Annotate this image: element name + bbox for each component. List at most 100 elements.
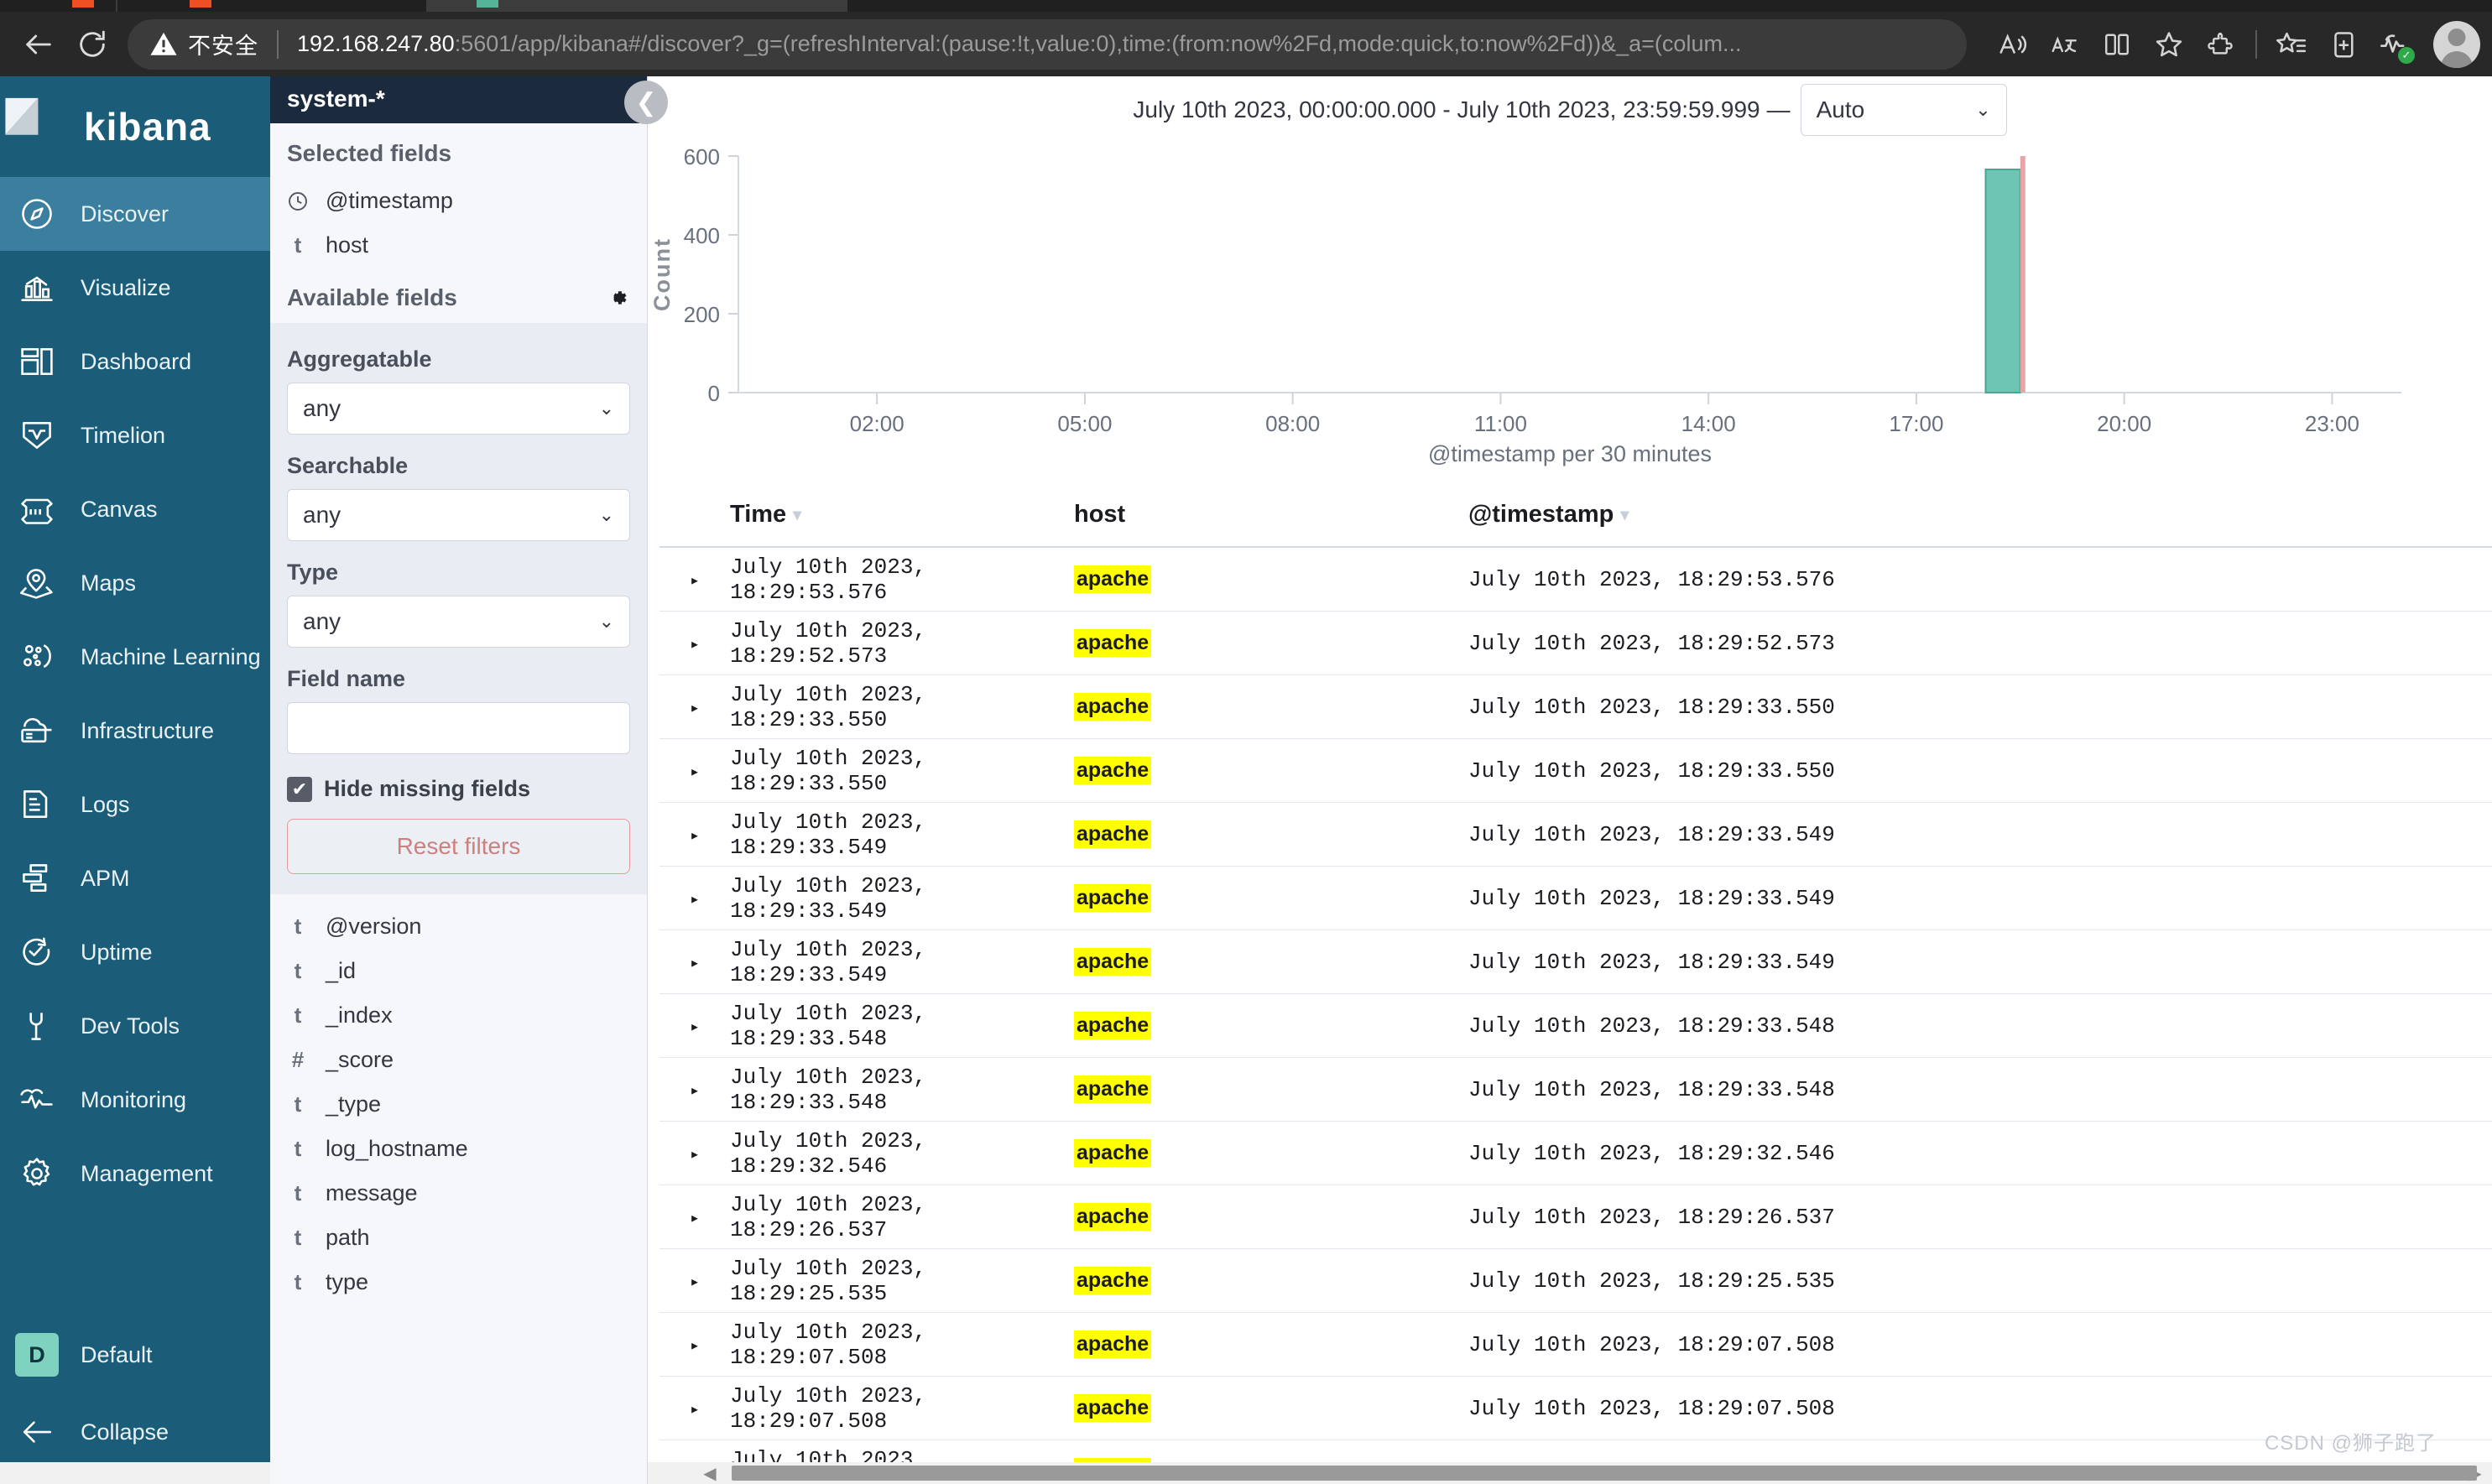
field-name-input[interactable] [287,702,630,754]
expand-row-icon[interactable]: ▸ [690,1205,730,1230]
sidebar-item-uptime[interactable]: Uptime [0,915,270,989]
hide-missing-fields-label: Hide missing fields [324,776,531,801]
collections-icon[interactable] [2265,18,2317,70]
kibana-logo[interactable]: kibana [0,76,270,177]
sidebar-item-management[interactable]: Management [0,1137,270,1211]
expand-row-icon[interactable]: ▸ [690,631,730,656]
selected-field-timestamp[interactable]: @timestamp [270,179,647,223]
gear-icon[interactable] [605,285,630,310]
favorite-star-icon[interactable] [2143,18,2195,70]
scrollbar-thumb[interactable] [732,1466,2477,1481]
warning-triangle-icon [149,30,178,59]
expand-row-icon[interactable]: ▸ [690,1268,730,1294]
tab-2[interactable] [117,0,428,12]
split-screen-icon[interactable] [2091,18,2143,70]
tab-3-active[interactable] [428,0,847,12]
column-header-timestamp[interactable]: @timestamp ▾ [1468,501,2492,529]
expand-row-icon[interactable]: ▸ [690,695,730,720]
extensions-puzzle-icon[interactable] [2195,18,2247,70]
list-item[interactable]: t message [270,1171,647,1216]
browser-essentials-icon[interactable]: ✓ [2369,18,2422,70]
expand-row-icon[interactable]: ▸ [690,1013,730,1039]
sidebar-item-dashboard[interactable]: Dashboard [0,325,270,398]
svg-text:23:00: 23:00 [2305,411,2359,436]
sidebar-item-visualize[interactable]: Visualize [0,251,270,325]
list-item[interactable]: t @version [270,904,647,949]
time-range-label[interactable]: July 10th 2023, 00:00:00.000 - July 10th… [1133,96,1760,123]
column-header-time[interactable]: Time ▾ [730,501,1074,529]
table-row[interactable]: ▸ July 10th 2023, 18:29:33.549 apache July … [659,803,2492,867]
address-bar[interactable]: 不安全 192.168.247.80:5601/app/kibana#/disc… [128,18,1967,70]
selected-field-host[interactable]: t host [270,223,647,268]
expand-row-icon[interactable]: ▸ [690,950,730,975]
list-item[interactable]: # _score [270,1038,647,1082]
aggregatable-select[interactable]: any ⌄ [287,383,630,435]
sidebar-collapse-button[interactable]: Collapse [0,1393,270,1471]
sidebar-item-space-default[interactable]: D Default [0,1316,270,1393]
table-row[interactable]: ▸ July 10th 2023, 18:29:33.549 apache July … [659,867,2492,931]
scroll-left-arrow-icon[interactable]: ◀ [693,1462,727,1484]
histogram-chart[interactable]: 0 200 400 600 Count 02:00 05:00 08:00 11:00 14:00… [648,138,2492,483]
sidebar-item-dev-tools[interactable]: Dev Tools [0,989,270,1063]
table-row[interactable]: ▸ July 10th 2023, 18:29:07.508 apache July … [659,1377,2492,1441]
expand-row-icon[interactable]: ▸ [690,886,730,911]
column-header-host[interactable]: host [1074,501,1468,529]
highlight-match: apache [1074,757,1152,785]
expand-row-icon[interactable]: ▸ [690,1332,730,1357]
scrollbar-track[interactable] [727,1462,2477,1484]
expand-row-icon[interactable]: ▸ [690,1141,730,1166]
table-row[interactable]: ▸ July 10th 2023, 18:29:33.550 apache July … [659,739,2492,804]
list-item[interactable]: t path [270,1216,647,1260]
list-item[interactable]: t log_hostname [270,1127,647,1171]
profile-avatar-icon[interactable] [2433,20,2480,68]
interval-select[interactable]: Auto ⌄ [1800,84,2007,137]
expand-row-icon[interactable]: ▸ [690,758,730,784]
table-row[interactable]: ▸ July 10th 2023, 18:29:53.576 apache July … [659,548,2492,612]
table-row[interactable]: ▸ July 10th 2023, 18:29:26.537 apache July … [659,1185,2492,1250]
table-row[interactable]: ▸ July 10th 2023, 18:29:33.548 apache July … [659,994,2492,1059]
sidebar-item-discover[interactable]: Discover [0,177,270,251]
table-row[interactable]: ▸ July 10th 2023, 18:29:32.546 apache July … [659,1122,2492,1186]
svg-text:17:00: 17:00 [1889,411,1943,436]
expand-row-icon[interactable]: ▸ [690,567,730,592]
read-aloud-icon[interactable] [1987,18,2039,70]
table-header-row: Time ▾ host @timestamp ▾ [659,482,2492,549]
hide-missing-fields-row[interactable]: ✔ Hide missing fields [287,776,630,802]
sort-caret-icon[interactable]: ▾ [793,504,801,525]
add-tab-icon[interactable] [2317,18,2369,70]
expand-row-icon[interactable]: ▸ [690,1396,730,1421]
reset-filters-button[interactable]: Reset filters [287,819,630,874]
reload-icon[interactable] [65,18,119,71]
sidebar-item-apm[interactable]: APM [0,841,270,915]
sidebar-item-timelion[interactable]: Timelion [0,398,270,472]
table-row[interactable]: ▸ July 10th 2023, 18:29:52.573 apache July … [659,612,2492,676]
sidebar-item-machine-learning[interactable]: Machine Learning [0,620,270,694]
list-item[interactable]: t _id [270,949,647,993]
sidebar-item-infrastructure[interactable]: Infrastructure [0,694,270,768]
sort-caret-icon[interactable]: ▾ [1620,504,1629,525]
type-select[interactable]: any ⌄ [287,596,630,648]
table-row[interactable]: ▸ July 10th 2023, 18:29:33.550 apache July … [659,675,2492,740]
expand-row-icon[interactable]: ▸ [690,822,730,847]
checkbox-icon[interactable]: ✔ [287,776,312,802]
tab-1[interactable] [0,0,117,12]
expand-row-icon[interactable]: ▸ [690,1077,730,1102]
kibana-app: kibana Discover Visualize Dashboard Time… [0,76,2492,1484]
index-pattern-selector[interactable]: system-* [270,76,647,123]
table-row[interactable]: ▸ July 10th 2023, 18:29:33.549 apache July … [659,930,2492,995]
sidebar-item-maps[interactable]: Maps [0,546,270,620]
table-row[interactable]: ▸ July 10th 2023, 18:29:25.535 apache July … [659,1249,2492,1314]
back-arrow-icon[interactable] [12,18,65,71]
list-item[interactable]: t type [270,1260,647,1304]
sidebar-item-canvas[interactable]: Canvas [0,472,270,546]
table-row[interactable]: ▸ July 10th 2023, 18:29:07.508 apache July … [659,1313,2492,1377]
sidebar-item-logs[interactable]: Logs [0,768,270,841]
list-item[interactable]: t _type [270,1082,647,1127]
table-row[interactable]: ▸ July 10th 2023, 18:29:33.548 apache July … [659,1058,2492,1122]
translate-icon[interactable] [2039,18,2091,70]
searchable-select[interactable]: any ⌄ [287,489,630,541]
list-item[interactable]: t _index [270,993,647,1038]
sidebar-item-monitoring[interactable]: Monitoring [0,1063,270,1137]
chevron-left-icon[interactable]: ❮ [624,81,668,124]
